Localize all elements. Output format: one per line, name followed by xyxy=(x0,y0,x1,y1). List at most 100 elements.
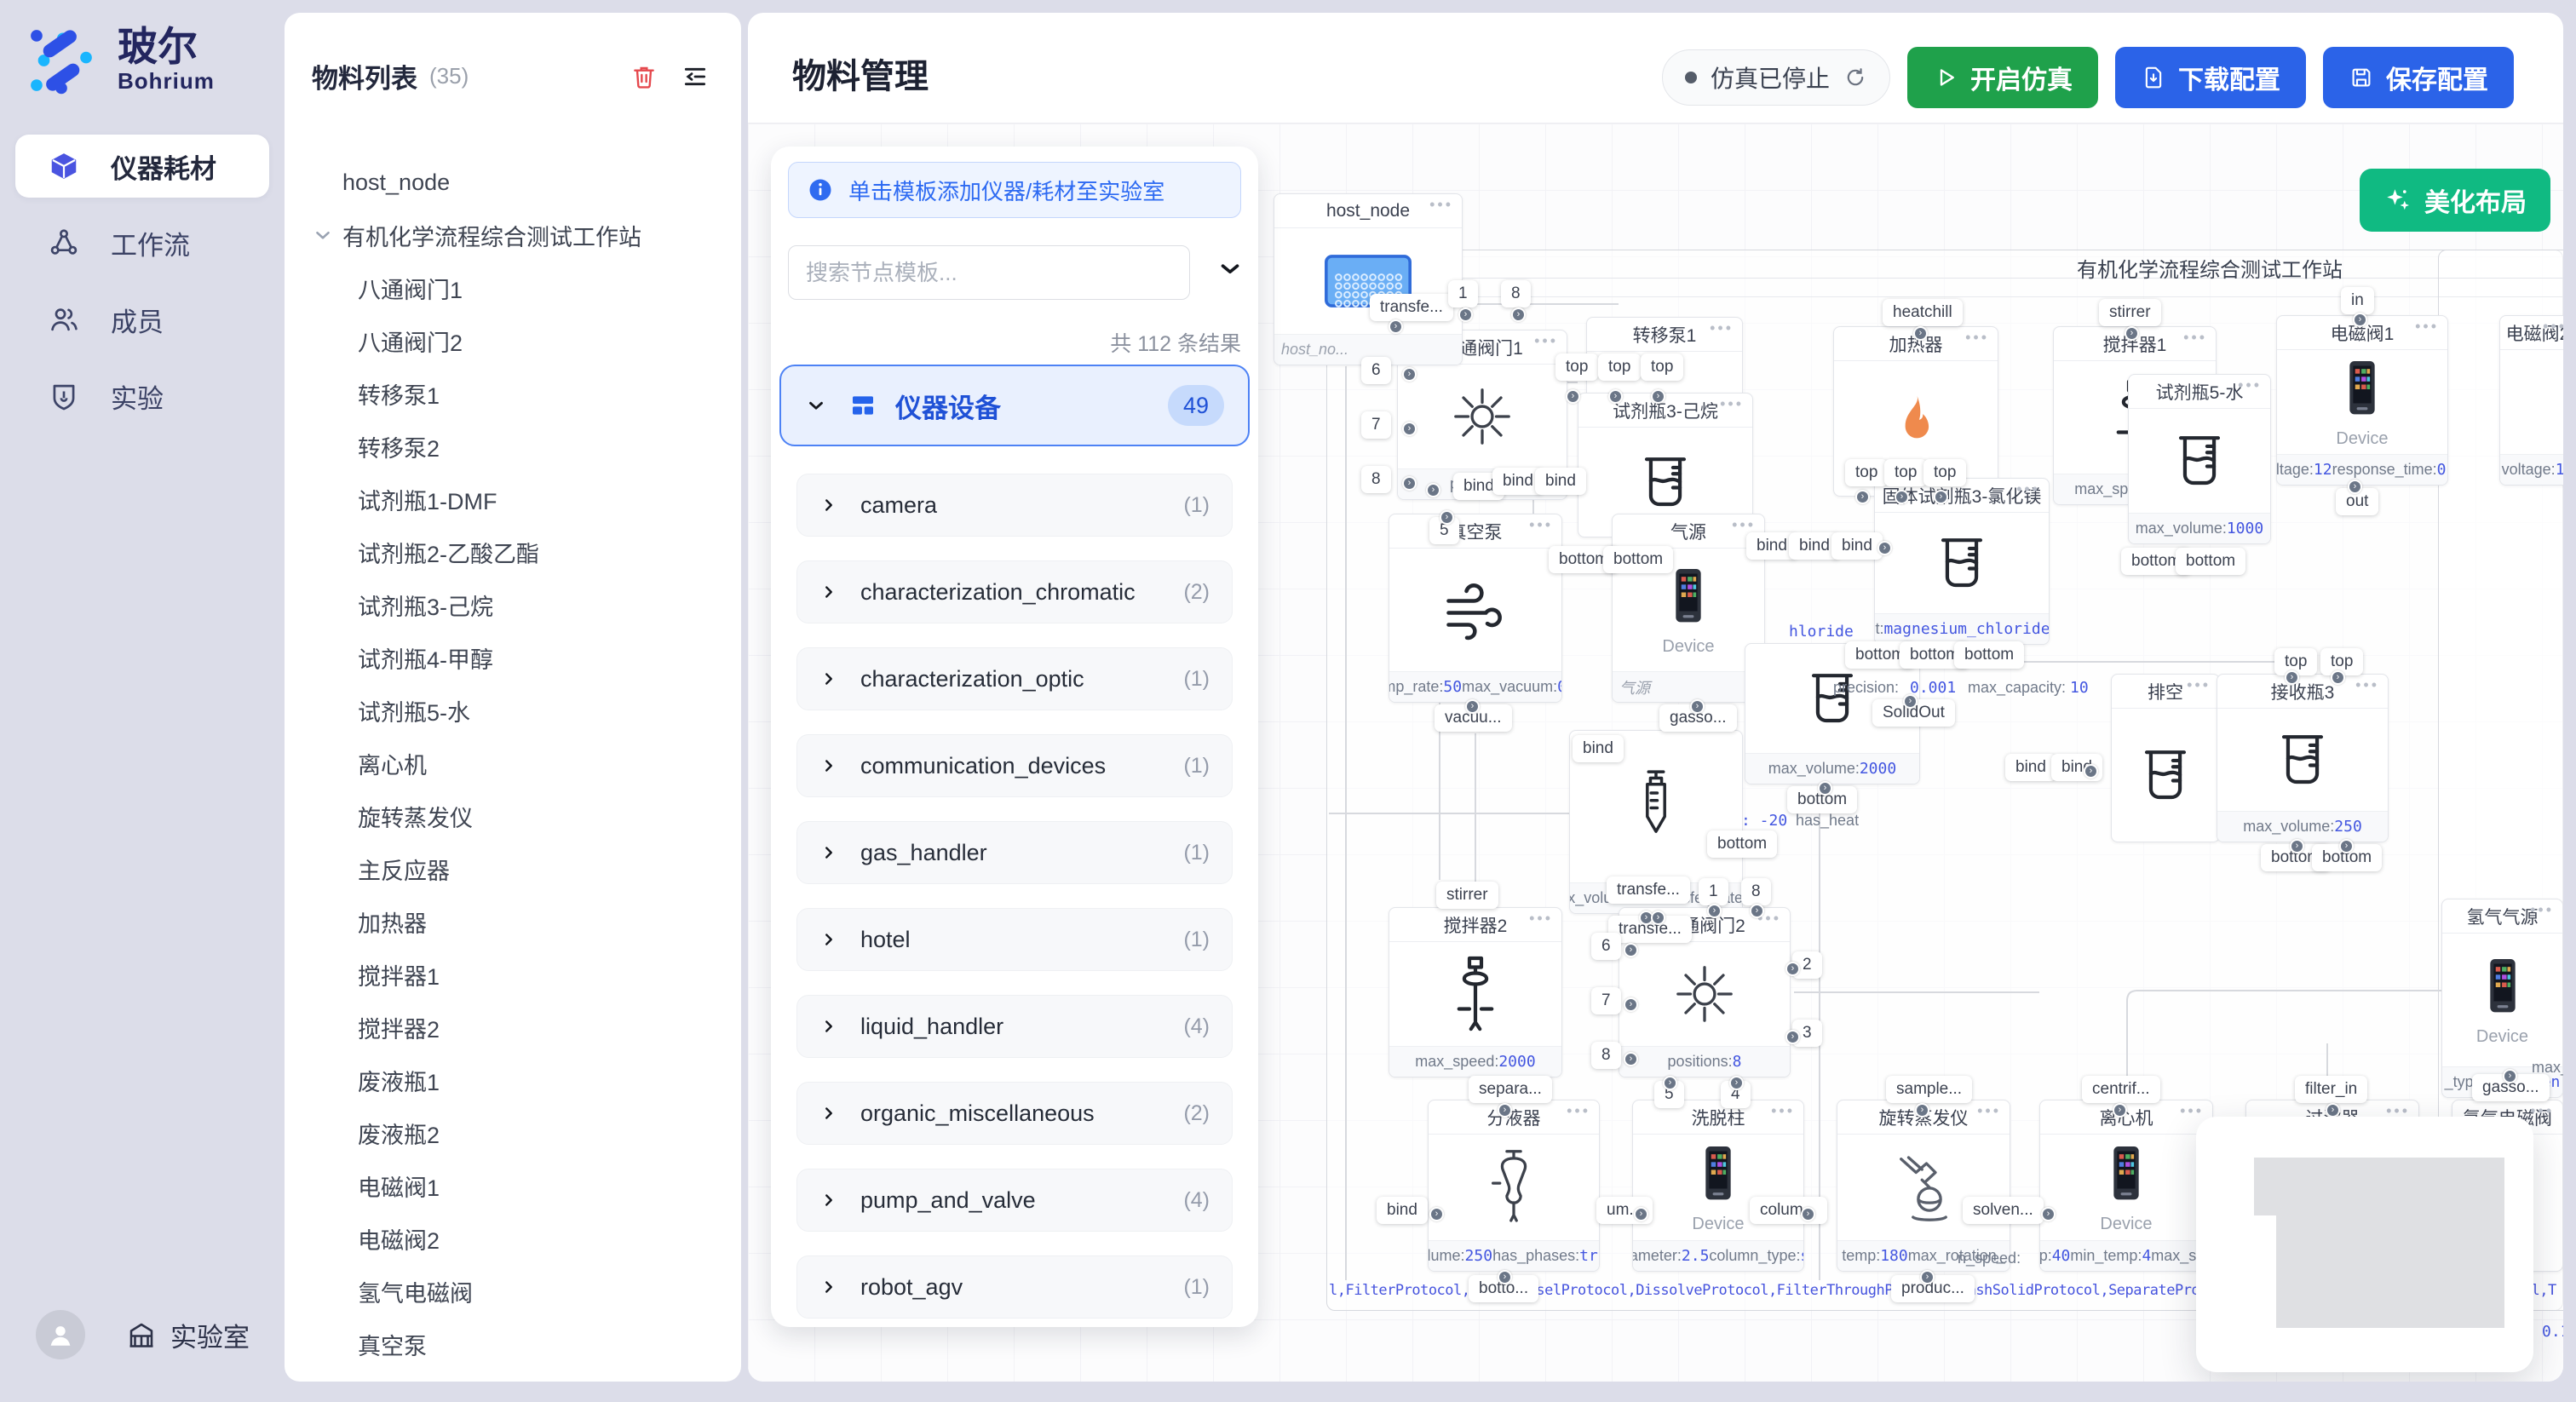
simulation-status-pill[interactable]: 仿真已停止 xyxy=(1662,49,1890,106)
node-menu-icon[interactable]: ••• xyxy=(1771,1102,1795,1120)
port-handle[interactable]: › xyxy=(1934,490,1948,504)
node-离心机[interactable]: 离心机•••Devicep: 40 min_temp: 4 max_spe xyxy=(2039,1100,2213,1272)
node-电磁阀2[interactable]: 电磁阀2•••voltage: 12 xyxy=(2499,315,2563,486)
start-simulation-button[interactable]: 开启仿真 xyxy=(1907,47,2098,108)
tree-item[interactable]: 转移泵2 xyxy=(285,420,736,473)
node-menu-icon[interactable]: ••• xyxy=(2543,318,2563,336)
chevron-down-icon[interactable] xyxy=(1216,254,1245,283)
trash-icon[interactable] xyxy=(630,63,658,90)
node-menu-icon[interactable]: ••• xyxy=(2355,676,2379,694)
node-搅拌器2[interactable]: 搅拌器2•••max_speed: 2000 xyxy=(1389,907,1562,1077)
tree-item[interactable]: 离心机 xyxy=(285,737,736,790)
category-communication_devices[interactable]: communication_devices(1) xyxy=(796,734,1233,797)
node-menu-icon[interactable]: ••• xyxy=(2180,1102,2204,1120)
category-gas_handler[interactable]: gas_handler(1) xyxy=(796,821,1233,884)
node-menu-icon[interactable]: ••• xyxy=(1965,329,1989,347)
node-menu-icon[interactable]: ••• xyxy=(1732,516,1756,534)
port-handle[interactable]: › xyxy=(1785,1030,1800,1044)
port-handle[interactable]: › xyxy=(1498,1103,1512,1118)
node-试剂瓶5-水[interactable]: 试剂瓶5-水•••max_volume: 1000 xyxy=(2128,374,2271,544)
node-旋转蒸发仪[interactable]: 旋转蒸发仪•••temp: 180 max_rotation_ xyxy=(1837,1100,2010,1272)
node-host_node[interactable]: host_node•••host_no... xyxy=(1274,193,1463,365)
port-handle[interactable]: › xyxy=(2285,670,2299,685)
port-handle[interactable]: › xyxy=(2331,670,2345,685)
port-handle[interactable]: › xyxy=(1729,1076,1744,1090)
category-pump_and_valve[interactable]: pump_and_valve(4) xyxy=(796,1169,1233,1232)
sidebar-item-workflow[interactable]: 工作流 xyxy=(15,211,269,274)
port-handle[interactable]: › xyxy=(2113,1103,2127,1118)
node-电磁阀1[interactable]: 电磁阀1•••Devicevoltage: 12 response_time: … xyxy=(2276,315,2448,486)
tree-item[interactable]: 废液瓶1 xyxy=(285,1054,736,1106)
node-menu-icon[interactable]: ••• xyxy=(1429,196,1453,214)
category-liquid_handler[interactable]: liquid_handler(4) xyxy=(796,995,1233,1058)
tree-item[interactable]: 试剂瓶3-己烷 xyxy=(285,578,736,631)
node-menu-icon[interactable]: ••• xyxy=(2530,1102,2554,1120)
port-handle[interactable]: › xyxy=(1429,1207,1444,1221)
port-handle[interactable]: › xyxy=(1877,541,1892,555)
node-接收瓶3[interactable]: 接收瓶3•••max_volume: 250 xyxy=(2217,674,2389,842)
port-handle[interactable]: › xyxy=(1915,1103,1929,1118)
port-handle[interactable]: › xyxy=(1511,307,1526,322)
port-handle[interactable]: › xyxy=(1913,326,1928,341)
port-handle[interactable]: › xyxy=(1566,389,1580,404)
port-handle[interactable]: › xyxy=(1498,1270,1512,1284)
tree-item[interactable]: 废液瓶2 xyxy=(285,1106,736,1159)
tree-item[interactable]: 电磁阀2 xyxy=(285,1212,736,1265)
port-handle[interactable]: › xyxy=(1624,997,1638,1012)
port-handle[interactable]: › xyxy=(1663,1076,1677,1090)
port-handle[interactable]: › xyxy=(2125,326,2139,341)
port-handle[interactable]: › xyxy=(1895,490,1909,504)
port-handle[interactable]: › xyxy=(1426,483,1440,497)
port-handle[interactable]: › xyxy=(1402,422,1417,436)
tree-item[interactable]: 主反应器 xyxy=(285,842,736,895)
download-config-button[interactable]: 下载配置 xyxy=(2115,47,2306,108)
tree-item[interactable]: 试剂瓶4-甲醇 xyxy=(285,631,736,684)
sidebar-item-experiments[interactable]: 实验 xyxy=(15,365,269,428)
port-handle[interactable]: › xyxy=(1634,1207,1648,1221)
tree-item[interactable]: 搅拌器1 xyxy=(285,948,736,1001)
node-排空[interactable]: 排空••• xyxy=(2111,674,2220,842)
tree-item[interactable]: 八通阀门1 xyxy=(285,261,736,314)
tree-item[interactable]: 试剂瓶5-水 xyxy=(285,684,736,737)
node-真空泵[interactable]: 真空泵•••pump_rate: 50 max_vacuum: 0.1 xyxy=(1389,514,1562,703)
sidebar-item-lab[interactable]: 实验室 xyxy=(126,1316,250,1354)
port-handle[interactable]: › xyxy=(2290,839,2304,853)
sidebar-item-instruments[interactable]: 仪器耗材 xyxy=(15,135,269,198)
node-menu-icon[interactable]: ••• xyxy=(1720,395,1744,413)
node-menu-icon[interactable]: ••• xyxy=(2187,676,2211,694)
port-handle[interactable]: › xyxy=(1855,490,1870,504)
node-menu-icon[interactable]: ••• xyxy=(2415,318,2439,336)
port-handle[interactable]: › xyxy=(1402,476,1417,491)
node-menu-icon[interactable]: ••• xyxy=(1977,1102,2001,1120)
port-handle[interactable]: › xyxy=(1818,781,1832,796)
sidebar-item-members[interactable]: 成员 xyxy=(15,288,269,351)
port-handle[interactable]: › xyxy=(1608,389,1623,404)
port-handle[interactable]: › xyxy=(2503,1069,2517,1083)
search-input[interactable] xyxy=(788,245,1190,300)
tree-item[interactable]: 真空泵 xyxy=(285,1318,736,1370)
tree-item[interactable]: 试剂瓶2-乙酸乙酯 xyxy=(285,526,736,578)
port-handle[interactable]: › xyxy=(1389,319,1403,334)
tree-item[interactable]: 旋转蒸发仪 xyxy=(285,790,736,842)
node-menu-icon[interactable]: ••• xyxy=(2530,901,2554,919)
port-handle[interactable]: › xyxy=(1920,1270,1935,1284)
tree-item[interactable]: 搅拌器2 xyxy=(285,1001,736,1054)
port-handle[interactable]: › xyxy=(1651,389,1665,404)
port-handle[interactable]: › xyxy=(1402,367,1417,382)
node-分液器[interactable]: 分液器•••volume: 250 has_phases: true xyxy=(1428,1100,1600,1272)
tree-item-group[interactable]: 有机化学流程综合测试工作站 xyxy=(285,209,736,261)
port-handle[interactable]: › xyxy=(1750,904,1764,918)
port-handle[interactable]: › xyxy=(2339,839,2354,853)
node-menu-icon[interactable]: ••• xyxy=(2238,376,2262,394)
tree-item[interactable]: 试剂瓶1-DMF xyxy=(285,473,736,526)
collapse-list-icon[interactable] xyxy=(681,63,709,90)
tree-item[interactable]: 转移泵1 xyxy=(285,367,736,420)
tree-item-root[interactable]: host_node xyxy=(285,156,736,209)
category-camera[interactable]: camera(1) xyxy=(796,474,1233,537)
node-menu-icon[interactable]: ••• xyxy=(1710,319,1734,337)
node-menu-icon[interactable]: ••• xyxy=(1534,332,1558,350)
save-config-button[interactable]: 保存配置 xyxy=(2323,47,2514,108)
avatar[interactable] xyxy=(36,1310,85,1359)
port-handle[interactable]: › xyxy=(1903,694,1918,709)
port-handle[interactable]: › xyxy=(2353,313,2367,327)
